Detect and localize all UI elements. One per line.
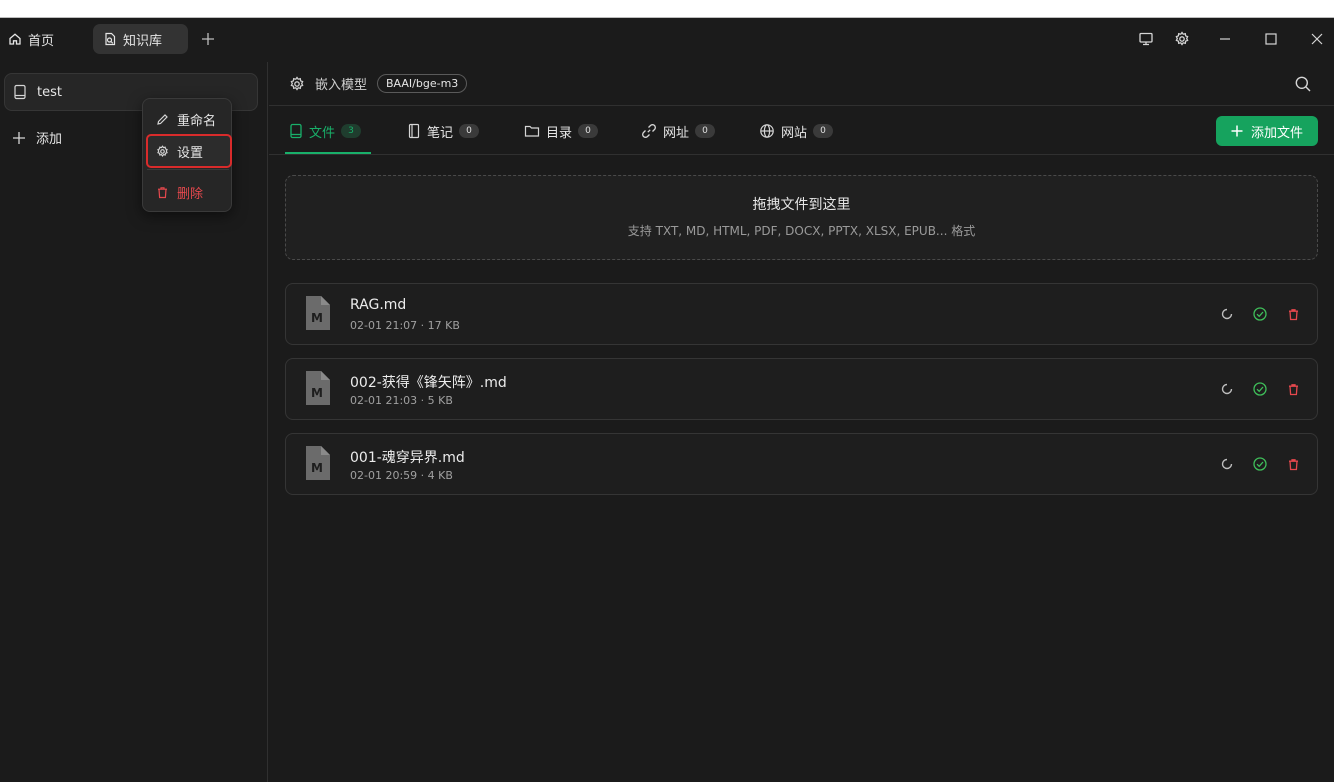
tab-files[interactable]: 文件 3	[289, 120, 362, 142]
gear-icon	[156, 144, 169, 158]
maximize-button[interactable]	[1259, 28, 1283, 50]
content-tabs: 文件 3 笔记 0 目录 0 网址 0 网站 0 添加文件	[269, 107, 1334, 155]
dropzone-title: 拖拽文件到这里	[752, 197, 851, 213]
tab-websites-count: 0	[813, 124, 834, 138]
tab-files-count: 3	[341, 124, 362, 138]
active-tab-indicator	[285, 152, 371, 154]
file-meta: 02-01 21:03 · 5 KB	[350, 394, 453, 407]
host-window-strip	[0, 0, 1334, 18]
rename-label: 重命名	[177, 113, 217, 129]
file-row[interactable]: M 002-获得《锋矢阵》.md 02-01 21:03 · 5 KB	[285, 358, 1318, 420]
file-meta: 02-01 21:07 · 17 KB	[350, 319, 460, 332]
file-actions	[1219, 306, 1301, 322]
minimize-icon	[1219, 33, 1231, 45]
file-name: 001-魂穿异界.md	[350, 450, 465, 466]
tab-websites[interactable]: 网站 0	[759, 120, 834, 142]
tab-home-label: 首页	[28, 33, 55, 49]
trash-icon[interactable]	[1285, 381, 1301, 397]
tab-urls[interactable]: 网址 0	[641, 120, 716, 142]
link-icon	[641, 123, 657, 139]
tab-knowledge-label: 知识库	[123, 33, 163, 49]
pencil-icon	[156, 113, 169, 126]
add-file-button[interactable]: 添加文件	[1216, 116, 1318, 146]
file-actions	[1219, 381, 1301, 397]
knowledge-icon	[103, 32, 117, 46]
context-menu: 重命名 设置 删除	[142, 98, 232, 212]
tab-websites-label: 网站	[781, 125, 808, 141]
refresh-icon[interactable]	[1219, 381, 1235, 397]
delete-label: 删除	[177, 186, 204, 202]
model-bar: 嵌入模型 BAAI/bge-m3	[269, 62, 1334, 106]
dropzone-subtitle: 支持 TXT, MD, HTML, PDF, DOCX, PPTX, XLSX,…	[627, 224, 976, 238]
file-name: RAG.md	[350, 297, 407, 313]
file-name: 002-获得《锋矢阵》.md	[350, 375, 507, 391]
embedding-model-tag: BAAI/bge-m3	[377, 74, 468, 93]
close-icon	[1311, 33, 1323, 45]
tab-directory-label: 目录	[546, 125, 573, 141]
tab-files-label: 文件	[309, 125, 336, 141]
plus-icon	[201, 32, 215, 46]
tab-urls-count: 0	[695, 124, 716, 138]
tab-notes-count: 0	[459, 124, 480, 138]
check-circle-icon[interactable]	[1252, 456, 1268, 472]
file-actions	[1219, 456, 1301, 472]
title-bar: 首页 知识库	[0, 18, 1334, 62]
settings-menu-item[interactable]: 设置	[146, 134, 232, 168]
home-icon	[8, 32, 22, 46]
settings-label: 设置	[177, 145, 204, 161]
tab-knowledge[interactable]: 知识库	[93, 24, 188, 54]
plus-icon	[1231, 125, 1243, 137]
main-panel: 嵌入模型 BAAI/bge-m3 文件 3 笔记 0 目录 0 网址 0 网站 …	[269, 62, 1334, 782]
tab-notes-label: 笔记	[427, 125, 454, 141]
file-meta: 02-01 20:59 · 4 KB	[350, 469, 453, 482]
file-row[interactable]: M 001-魂穿异界.md 02-01 20:59 · 4 KB	[285, 433, 1318, 495]
svg-text:M: M	[311, 386, 323, 400]
maximize-icon	[1265, 33, 1277, 45]
embedding-model-label: 嵌入模型	[315, 78, 368, 93]
tab-home[interactable]: 首页	[0, 24, 64, 54]
tab-notes[interactable]: 笔记 0	[407, 120, 480, 142]
delete-menu-item[interactable]: 删除	[147, 176, 231, 208]
tab-directory[interactable]: 目录 0	[524, 120, 599, 142]
minimize-button[interactable]	[1213, 28, 1237, 50]
tab-directory-count: 0	[578, 124, 599, 138]
file-row[interactable]: M RAG.md 02-01 21:07 · 17 KB	[285, 283, 1318, 345]
refresh-icon[interactable]	[1219, 306, 1235, 322]
app-settings-button[interactable]	[1170, 28, 1194, 50]
new-tab-button[interactable]	[198, 29, 218, 49]
globe-icon	[759, 123, 775, 139]
gear-icon	[1174, 31, 1190, 47]
folder-icon	[524, 124, 540, 138]
markdown-file-icon: M	[304, 446, 330, 480]
svg-text:M: M	[311, 461, 323, 475]
markdown-file-icon: M	[304, 371, 330, 405]
add-file-label: 添加文件	[1250, 125, 1303, 141]
search-button[interactable]	[1294, 75, 1312, 93]
gear-icon	[289, 75, 305, 92]
tab-urls-label: 网址	[663, 125, 690, 141]
trash-icon[interactable]	[1285, 306, 1301, 322]
display-button[interactable]	[1134, 28, 1158, 50]
trash-icon[interactable]	[1285, 456, 1301, 472]
book-icon	[13, 84, 27, 100]
svg-text:M: M	[311, 311, 323, 325]
close-button[interactable]	[1305, 28, 1329, 50]
trash-icon	[156, 186, 169, 199]
check-circle-icon[interactable]	[1252, 381, 1268, 397]
notebook-icon	[407, 123, 421, 139]
rename-menu-item[interactable]: 重命名	[147, 103, 231, 135]
embedding-model-settings[interactable]: 嵌入模型 BAAI/bge-m3	[289, 74, 468, 93]
file-dropzone[interactable]: 拖拽文件到这里 支持 TXT, MD, HTML, PDF, DOCX, PPT…	[285, 175, 1318, 260]
menu-divider	[147, 169, 229, 170]
refresh-icon[interactable]	[1219, 456, 1235, 472]
markdown-file-icon: M	[304, 296, 330, 330]
add-knowledge-base-label: 添加	[36, 132, 63, 147]
check-circle-icon[interactable]	[1252, 306, 1268, 322]
knowledge-base-name: test	[37, 84, 62, 100]
add-knowledge-base-button[interactable]: 添加	[12, 128, 62, 147]
book-icon	[289, 123, 303, 139]
search-icon	[1294, 75, 1312, 93]
plus-icon	[12, 131, 26, 145]
monitor-icon	[1138, 31, 1154, 47]
